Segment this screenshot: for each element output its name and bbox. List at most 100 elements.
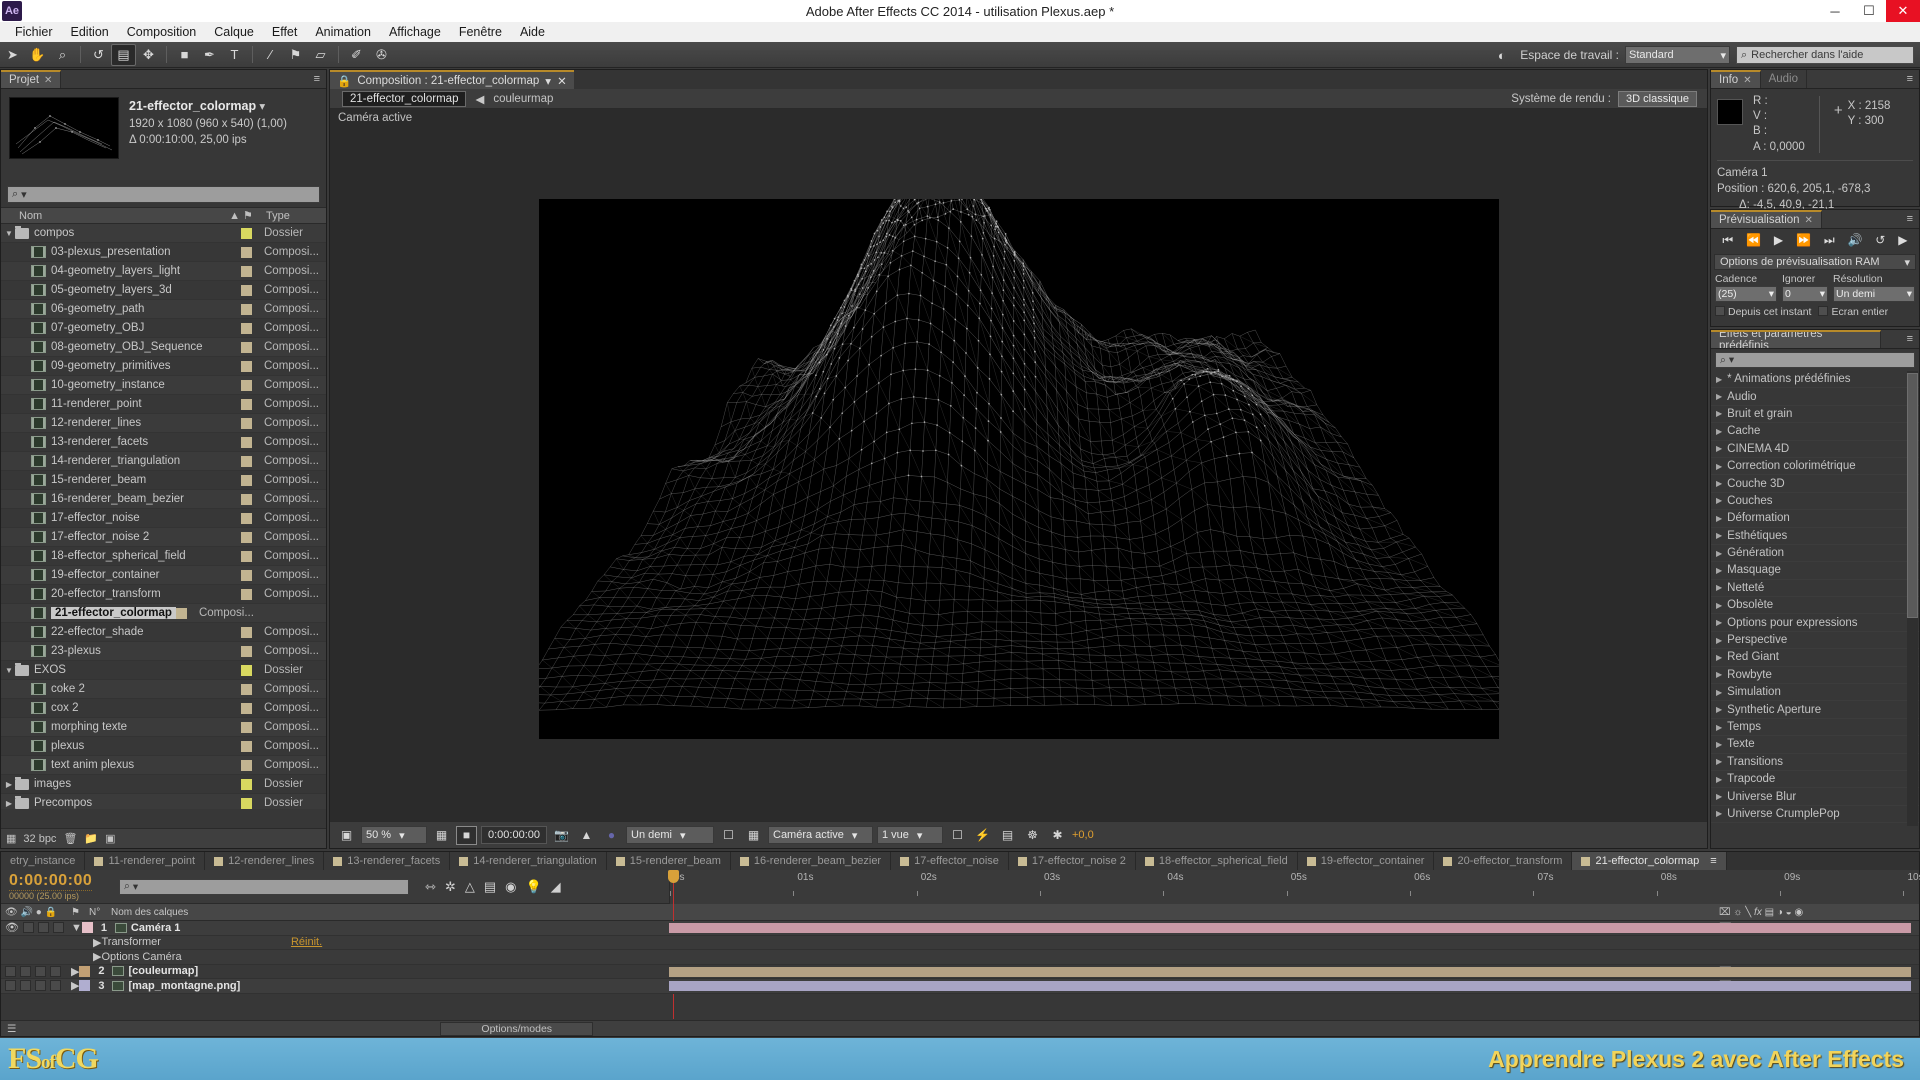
layer-property-row[interactable]: ▶ Transformer Réinit. xyxy=(1,935,1919,950)
sort-icons[interactable]: ▲ ⚑ xyxy=(216,209,266,222)
lock-toggle[interactable] xyxy=(52,922,64,934)
workspace-select[interactable]: Standard ▾ xyxy=(1625,46,1730,64)
disclosure-triangle-icon[interactable]: ▶ xyxy=(1716,427,1722,436)
view-camera-select[interactable]: Caméra active ▾ xyxy=(768,826,873,844)
layer-duration-bar-track[interactable] xyxy=(669,965,1919,980)
menu-fentre[interactable]: Fenêtre xyxy=(450,23,511,41)
project-item[interactable]: 22-effector_shade Composi... xyxy=(1,623,326,642)
label-color-swatch[interactable] xyxy=(241,683,252,695)
effect-category-row[interactable]: ▶ Audio xyxy=(1711,388,1919,406)
disclosure-triangle-icon[interactable]: ▶ xyxy=(1716,479,1722,488)
checkbox-fullscreen[interactable]: Ecran entier xyxy=(1818,306,1888,318)
label-color-swatch[interactable] xyxy=(241,569,252,581)
brush-tool[interactable]: ∕ xyxy=(258,44,283,66)
project-item[interactable]: coke 2 Composi... xyxy=(1,680,326,699)
lock-toggle[interactable] xyxy=(50,980,61,992)
ignore-select[interactable]: 0 ▾ xyxy=(1782,286,1828,302)
effect-category-row[interactable]: ▶ Transitions xyxy=(1711,754,1919,771)
lock-toggle[interactable] xyxy=(50,965,61,977)
effect-category-row[interactable]: ▶ Esthétiques xyxy=(1711,528,1919,545)
label-color-swatch[interactable] xyxy=(241,702,252,714)
channel-icon[interactable]: ● xyxy=(601,826,622,845)
project-item[interactable]: 04-geometry_layers_light Composi... xyxy=(1,262,326,281)
layer-duration-bar-track[interactable] xyxy=(669,979,1919,994)
transparency-grid-icon[interactable]: ▦ xyxy=(743,826,764,845)
layer-duration-bar-track[interactable] xyxy=(669,921,1919,936)
live-update-icon[interactable]: ✲ xyxy=(445,879,456,895)
bitdepth-label[interactable]: 32 bpc xyxy=(23,833,56,845)
disclosure-triangle-icon[interactable]: ▶ xyxy=(1716,705,1722,714)
timeline-tab[interactable]: 20-effector_transform xyxy=(1434,852,1573,870)
layer-label-color[interactable] xyxy=(79,980,91,992)
column-type[interactable]: Type xyxy=(266,210,326,222)
column-layer-name[interactable]: Nom des calques xyxy=(111,907,1719,918)
layer-av-toggles[interactable]: 👁 xyxy=(1,921,71,934)
timeline-layer-rows[interactable]: 👁▼1Caméra 1⌧▶TransformerRéinit.▶Options … xyxy=(1,921,1919,994)
project-item[interactable]: 23-plexus Composi... xyxy=(1,642,326,661)
project-item[interactable]: 13-renderer_facets Composi... xyxy=(1,433,326,452)
disclosure-triangle-icon[interactable]: ▶ xyxy=(1716,566,1722,575)
menu-affichage[interactable]: Affichage xyxy=(380,23,450,41)
render-value[interactable]: 3D classique xyxy=(1618,90,1697,107)
clone-stamp-tool[interactable]: ⚑ xyxy=(283,44,308,66)
close-button[interactable]: ✕ xyxy=(1886,0,1920,22)
eye-icon[interactable]: 👁 xyxy=(5,921,19,934)
label-color-swatch[interactable] xyxy=(241,626,252,638)
comp-flowchart-icon[interactable]: ☸ xyxy=(1022,826,1043,845)
next-frame-button[interactable]: ⏩ xyxy=(1796,233,1811,247)
project-item[interactable]: ▶ images Dossier xyxy=(1,775,326,794)
menu-edition[interactable]: Edition xyxy=(62,23,118,41)
timeline-tab[interactable]: etry_instance xyxy=(1,852,86,870)
composition-viewport[interactable] xyxy=(330,127,1707,821)
label-color-swatch[interactable] xyxy=(241,512,252,524)
panel-menu-icon[interactable]: ≡ xyxy=(308,70,326,88)
close-icon[interactable]: ✕ xyxy=(44,75,52,86)
effect-category-row[interactable]: ▶ Netteté xyxy=(1711,580,1919,598)
timeline-tab[interactable]: 11-renderer_point xyxy=(85,852,206,870)
motion-blur-icon[interactable]: ▤ xyxy=(484,879,496,895)
label-color-swatch[interactable] xyxy=(241,474,252,486)
menu-animation[interactable]: Animation xyxy=(306,23,380,41)
project-item[interactable]: cox 2 Composi... xyxy=(1,699,326,718)
audio-toggle[interactable] xyxy=(20,965,31,977)
project-item[interactable]: 17-effector_noise 2 Composi... xyxy=(1,528,326,547)
label-color-swatch[interactable] xyxy=(241,759,252,771)
ram-preview-options[interactable]: Options de prévisualisation RAM ▾ xyxy=(1714,254,1916,270)
composition-mini-flowchart-icon[interactable]: ⇿ xyxy=(425,879,436,895)
bitdepth-icon[interactable]: ▦ xyxy=(6,832,16,845)
effect-category-row[interactable]: ▶ Temps xyxy=(1711,719,1919,737)
project-item[interactable]: 17-effector_noise Composi... xyxy=(1,509,326,528)
timeline-tab[interactable]: 14-renderer_triangulation xyxy=(450,852,607,870)
tab-info[interactable]: Info ✕ xyxy=(1711,70,1761,88)
minimize-button[interactable]: ─ xyxy=(1818,0,1852,22)
disclosure-triangle-icon[interactable]: ▶ xyxy=(1716,757,1722,766)
roto-brush-tool[interactable]: ✐ xyxy=(344,44,369,66)
disclosure-triangle-icon[interactable]: ▶ xyxy=(1716,775,1722,784)
label-color-swatch[interactable] xyxy=(241,265,252,277)
column-num[interactable]: N° xyxy=(89,907,111,918)
view-count-select[interactable]: 1 vue ▾ xyxy=(877,826,943,844)
show-snapshot-icon[interactable]: ▲ xyxy=(576,826,597,845)
disclosure-triangle-icon[interactable]: ▶ xyxy=(1716,409,1722,418)
effect-category-row[interactable]: ▶ Rowbyte xyxy=(1711,667,1919,685)
disclosure-triangle-icon[interactable]: ▶ xyxy=(1716,636,1722,645)
comp-dropdown-icon[interactable]: ▾ xyxy=(259,101,265,113)
disclosure-triangle-icon[interactable]: ▶ xyxy=(71,979,79,992)
label-color-swatch[interactable] xyxy=(241,246,252,258)
zoom-tool[interactable]: ⌕ xyxy=(50,44,75,66)
timeline-search-input[interactable]: ⌕ ▾ xyxy=(119,878,409,895)
disclosure-triangle-icon[interactable]: ▼ xyxy=(71,922,82,934)
disclosure-triangle-icon[interactable]: ▶ xyxy=(93,936,101,949)
brainstorm-icon[interactable]: ◢ xyxy=(551,879,561,895)
panel-menu-icon[interactable]: ≡ xyxy=(1710,855,1716,867)
panel-menu-icon[interactable]: ≡ xyxy=(1901,330,1919,348)
disclosure-triangle-icon[interactable]: ▶ xyxy=(71,965,79,978)
timeline-tab[interactable]: 17-effector_noise 2 xyxy=(1008,852,1136,870)
tab-composition[interactable]: 🔒 Composition : 21-effector_colormap ▾ ✕ xyxy=(330,70,574,89)
project-item[interactable]: 12-renderer_lines Composi... xyxy=(1,414,326,433)
project-item[interactable]: plexus Composi... xyxy=(1,737,326,756)
label-color-swatch[interactable] xyxy=(241,664,252,676)
label-color-swatch[interactable] xyxy=(241,436,252,448)
menu-composition[interactable]: Composition xyxy=(118,23,205,41)
new-comp-icon[interactable]: ▣ xyxy=(105,832,115,845)
